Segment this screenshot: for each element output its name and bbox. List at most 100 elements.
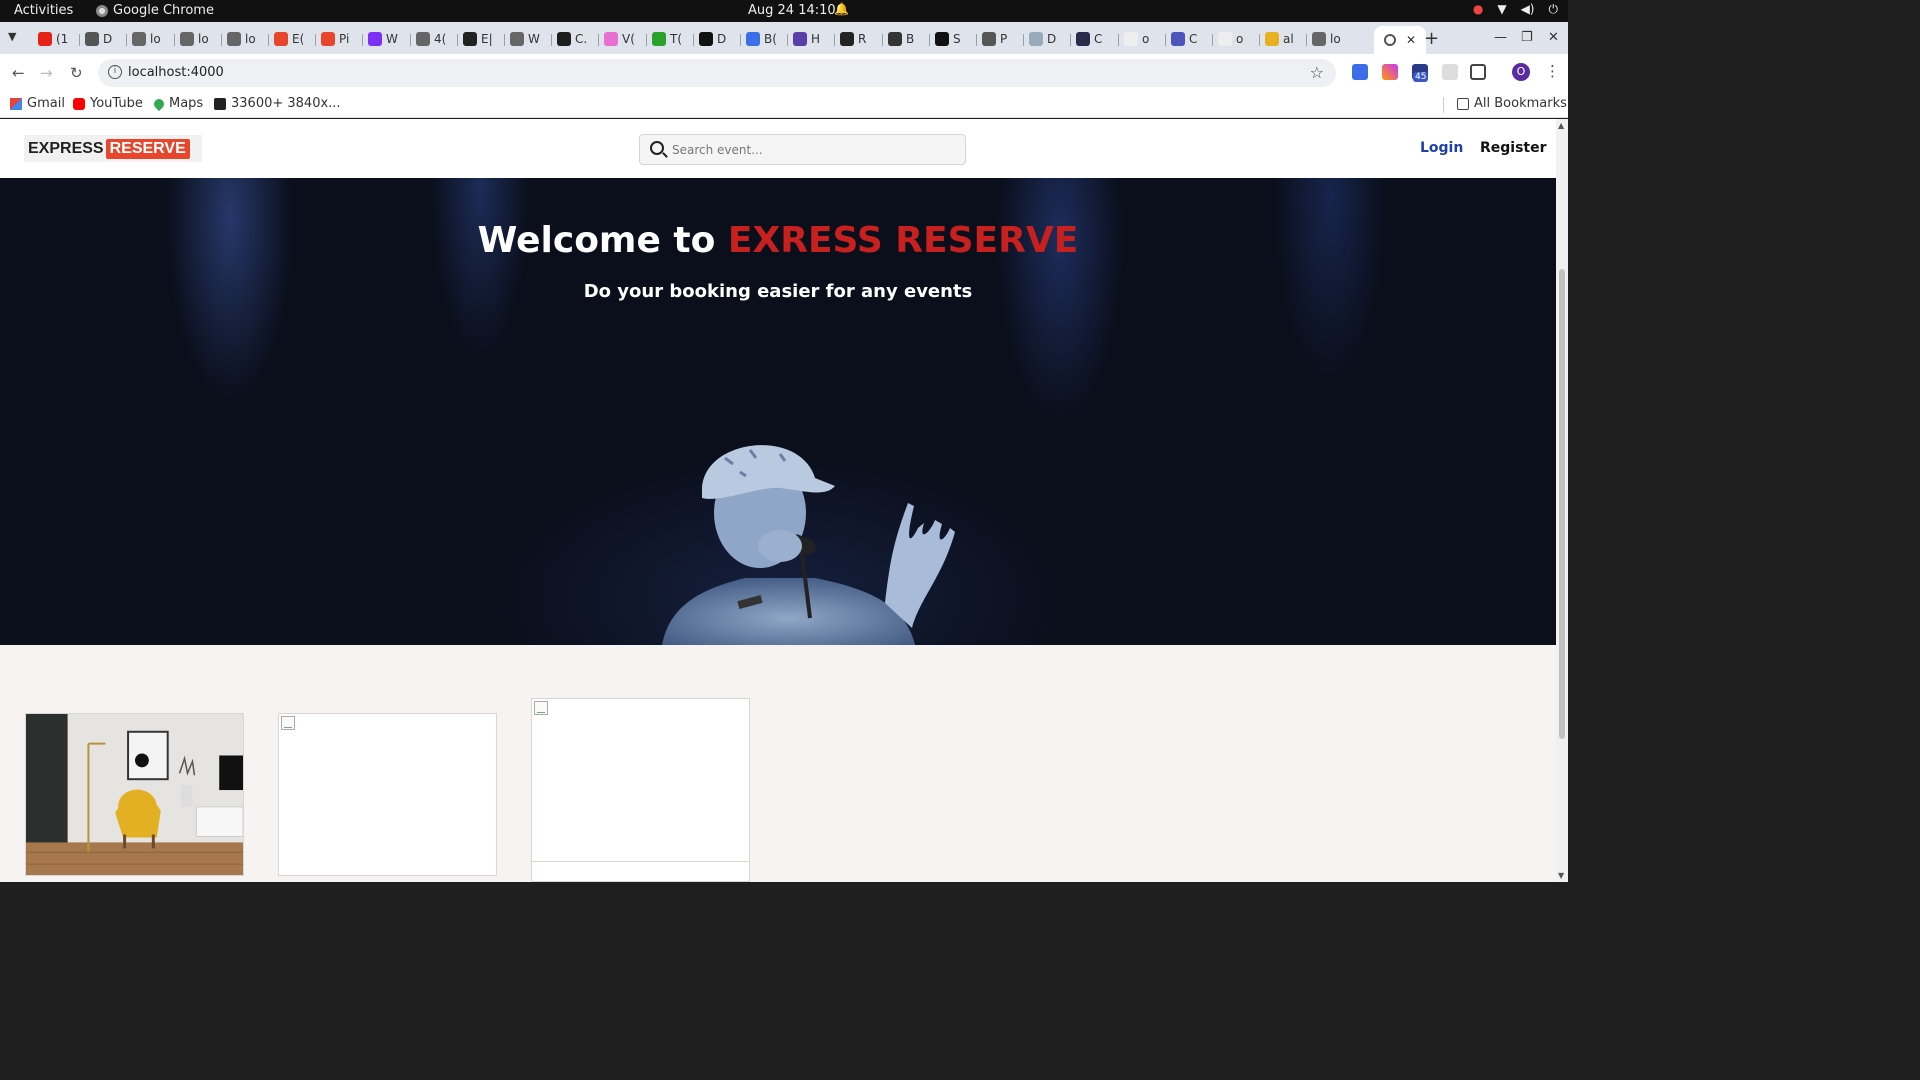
- page-scrollbar[interactable]: ▲ ▼: [1556, 119, 1568, 882]
- browser-tab[interactable]: W: [510, 28, 540, 50]
- active-tab[interactable]: ✕: [1374, 26, 1427, 54]
- restore-icon[interactable]: ❐: [1521, 30, 1533, 45]
- event-card-1[interactable]: [25, 713, 244, 876]
- register-link[interactable]: Register: [1480, 140, 1547, 156]
- bookmark-star-icon[interactable]: ☆: [1310, 63, 1324, 82]
- browser-tab[interactable]: D: [85, 28, 112, 50]
- tab-separator: [457, 34, 458, 46]
- browser-tab[interactable]: R: [840, 28, 866, 50]
- browser-tab[interactable]: C: [1171, 28, 1197, 50]
- tab-favicon-icon: [1029, 32, 1043, 46]
- bookmark-maps[interactable]: Maps: [151, 96, 203, 111]
- login-link[interactable]: Login: [1420, 140, 1463, 156]
- browser-tab[interactable]: D: [699, 28, 726, 50]
- clock[interactable]: Aug 24 14:10: [748, 3, 836, 18]
- active-tab-close-icon[interactable]: ✕: [1406, 33, 1416, 47]
- browser-tab[interactable]: (1: [38, 28, 68, 50]
- all-bookmarks-label: All Bookmarks: [1474, 96, 1567, 111]
- bookmark-label: YouTube: [90, 96, 143, 111]
- extensions-puzzle-icon[interactable]: [1470, 64, 1486, 80]
- browser-tab[interactable]: C: [1076, 28, 1102, 50]
- tab-label: B(: [764, 32, 777, 46]
- forward-arrow-icon[interactable]: →: [40, 64, 53, 82]
- browser-tab[interactable]: o: [1124, 28, 1149, 50]
- event-card-2[interactable]: [278, 713, 497, 876]
- tab-favicon-icon: [1171, 32, 1185, 46]
- system-tray[interactable]: ● ▼ ◀) ⏻: [1473, 2, 1558, 17]
- bookmarks-bar: Gmail YouTube Maps 33600+ 3840x... All B…: [0, 92, 1568, 118]
- singer-silhouette-image: [662, 445, 955, 645]
- activities-button[interactable]: Activities: [14, 3, 73, 18]
- tab-label: C: [1189, 32, 1198, 46]
- tab-label: o: [1142, 32, 1150, 46]
- minimize-icon[interactable]: —: [1494, 30, 1507, 45]
- extension-text-icon[interactable]: [1442, 64, 1458, 80]
- window-close-icon[interactable]: ✕: [1548, 30, 1559, 45]
- bookmark-youtube[interactable]: YouTube: [73, 96, 143, 111]
- wifi-icon: ▼: [1497, 2, 1507, 16]
- tab-favicon-icon: [699, 32, 713, 46]
- event-search-input[interactable]: [672, 141, 952, 159]
- tab-separator: [1165, 34, 1166, 46]
- active-app-indicator[interactable]: Google Chrome: [96, 3, 214, 18]
- tab-favicon-icon: [274, 32, 288, 46]
- browser-tab[interactable]: B: [888, 28, 914, 50]
- tab-label: D: [717, 32, 727, 46]
- event-card-3[interactable]: [531, 698, 750, 882]
- browser-tab[interactable]: lo: [227, 28, 256, 50]
- tab-label: o: [1236, 32, 1244, 46]
- browser-tab[interactable]: 4(: [416, 28, 446, 50]
- browser-tab[interactable]: D: [1029, 28, 1056, 50]
- address-bar[interactable]: i localhost:4000 ☆: [98, 59, 1336, 87]
- browser-tab[interactable]: T(: [652, 28, 682, 50]
- browser-tab[interactable]: C.: [557, 28, 587, 50]
- tab-favicon-icon: [38, 32, 52, 46]
- profile-avatar[interactable]: O: [1512, 63, 1530, 81]
- site-info-icon[interactable]: i: [108, 65, 122, 79]
- page-viewport: EXPRESS RESERVE Login Register Welcome t…: [0, 119, 1556, 882]
- hero-banner: Welcome to EXRESS RESERVE Do your bookin…: [0, 178, 1556, 645]
- divider: [1443, 97, 1444, 113]
- browser-tab[interactable]: P: [982, 28, 1007, 50]
- browser-tab[interactable]: lo: [132, 28, 161, 50]
- reload-icon[interactable]: ↻: [70, 64, 83, 82]
- browser-tab[interactable]: lo: [180, 28, 209, 50]
- menu-kebab-icon[interactable]: ⋮: [1545, 62, 1560, 80]
- tab-separator: [1306, 34, 1307, 46]
- site-logo[interactable]: EXPRESS RESERVE: [24, 135, 202, 162]
- url-text[interactable]: localhost:4000: [128, 65, 224, 80]
- browser-tab[interactable]: E(: [274, 28, 304, 50]
- tab-favicon-icon: [180, 32, 194, 46]
- browser-tab[interactable]: lo: [1312, 28, 1341, 50]
- extension-color-picker-icon[interactable]: [1382, 64, 1398, 80]
- all-bookmarks-button[interactable]: All Bookmarks: [1457, 96, 1567, 111]
- browser-toolbar: ← → ↻ i localhost:4000 ☆ 45 O ⋮: [0, 54, 1568, 92]
- tab-label: T(: [670, 32, 683, 46]
- browser-tab[interactable]: E|: [463, 28, 493, 50]
- broken-image-icon: [534, 701, 548, 715]
- globe-icon: [1384, 34, 1396, 46]
- new-tab-plus-icon[interactable]: +: [1424, 28, 1439, 49]
- browser-tab[interactable]: o: [1218, 28, 1243, 50]
- browser-tab[interactable]: B(: [746, 28, 777, 50]
- tab-search-chevron-down-icon[interactable]: ▼: [8, 30, 16, 43]
- browser-tab[interactable]: al: [1265, 28, 1294, 50]
- bookmark-gmail[interactable]: Gmail: [10, 96, 65, 111]
- browser-tab[interactable]: H: [793, 28, 820, 50]
- tab-label: E(: [292, 32, 305, 46]
- extension-doc-icon[interactable]: [1352, 64, 1368, 80]
- scroll-down-arrow-icon[interactable]: ▼: [1558, 871, 1564, 880]
- tab-favicon-icon: [935, 32, 949, 46]
- tab-favicon-icon: [652, 32, 666, 46]
- scroll-up-arrow-icon[interactable]: ▲: [1558, 121, 1564, 130]
- scrollbar-thumb[interactable]: [1559, 269, 1565, 739]
- browser-tab[interactable]: V(: [604, 28, 635, 50]
- browser-tab[interactable]: W: [368, 28, 398, 50]
- tab-separator: [882, 34, 883, 46]
- browser-tab[interactable]: S: [935, 28, 961, 50]
- bookmark-wallpapers[interactable]: 33600+ 3840x...: [214, 96, 341, 111]
- browser-tab[interactable]: Pi: [321, 28, 349, 50]
- back-arrow-icon[interactable]: ←: [12, 64, 25, 82]
- tab-separator: [362, 34, 363, 46]
- event-search-box[interactable]: [639, 134, 966, 165]
